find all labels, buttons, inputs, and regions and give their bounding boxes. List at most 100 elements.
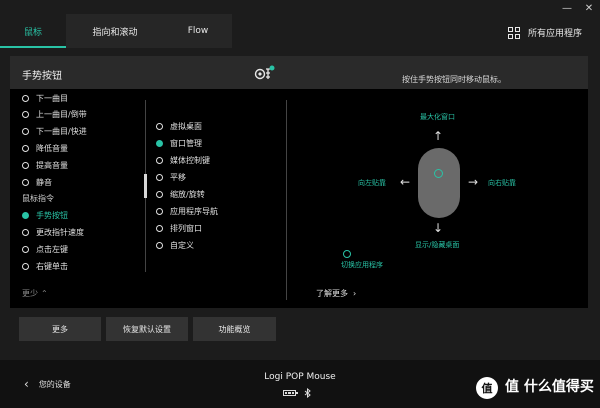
column-divider [286, 100, 287, 300]
gesture-right-label: 向右贴靠 [488, 179, 516, 187]
watermark-text: 值 什么值得买 [505, 379, 594, 395]
action-list: 下一曲目 上一曲目/倒带 下一曲目/快进 降低音量 提高音量 静音 鼠标指令 手… [22, 94, 150, 276]
radio-icon [156, 122, 163, 130]
list-item-label: 下一曲目/快进 [36, 126, 87, 136]
gesture-click-label: 切换应用程序 [341, 261, 383, 269]
list-item[interactable]: 下一曲目 [22, 94, 68, 105]
more-button[interactable]: 更多 [19, 317, 101, 341]
feature-overview-button[interactable]: 功能概览 [193, 317, 276, 341]
radio-icon [22, 245, 29, 253]
list-item[interactable]: 上一曲目/倒带 [22, 107, 87, 121]
radio-icon [22, 262, 29, 270]
list-item-label: 下一曲目 [36, 94, 68, 103]
tab-point-scroll[interactable]: 指向和滚动 [66, 14, 164, 48]
gesture-mode-label: 媒体控制键 [170, 155, 210, 165]
minimize-button[interactable]: — [556, 0, 578, 16]
learn-more-label: 了解更多 [316, 289, 348, 298]
gesture-left-label: 向左贴靠 [358, 179, 386, 187]
learn-more-link[interactable]: 了解更多 › [316, 288, 356, 299]
gesture-mode-label: 自定义 [170, 240, 194, 250]
click-indicator-dot [343, 250, 351, 258]
list-item[interactable]: 降低音量 [22, 141, 68, 155]
list-item-label: 右键单击 [36, 261, 68, 271]
panel-title: 手势按钮 [22, 71, 62, 82]
gesture-button-icon [254, 65, 275, 80]
radio-icon [22, 228, 29, 236]
radio-icon [22, 110, 29, 118]
list-scrollbar[interactable] [144, 174, 147, 198]
bluetooth-icon [304, 388, 311, 398]
radio-icon [156, 241, 163, 249]
gesture-diagram: 最大化窗口 ↑ 向左贴靠 ← → 向右贴靠 ↓ 显示/隐藏桌面 切换应用程序 [300, 100, 580, 290]
gesture-button-dot [434, 169, 443, 178]
gesture-down-label: 显示/隐藏桌面 [415, 241, 460, 249]
gesture-mode-item[interactable]: 应用程序导航 [156, 204, 218, 218]
gesture-mode-item-window-management[interactable]: 窗口管理 [156, 136, 202, 150]
radio-icon [156, 224, 163, 232]
radio-icon [22, 161, 29, 169]
radio-icon [22, 144, 29, 152]
section-mouse-commands: 鼠标指令 [22, 194, 54, 203]
radio-icon [22, 178, 29, 186]
arrow-left-icon: ← [400, 175, 411, 189]
panel-header: 手势按钮 按住手势按钮同时移动鼠标。 [10, 56, 588, 89]
show-less-button[interactable]: 更少 ⌃ [22, 288, 48, 299]
radio-icon [156, 207, 163, 215]
list-item[interactable]: 下一曲目/快进 [22, 124, 87, 138]
list-item-label: 提高音量 [36, 160, 68, 170]
list-item-label: 更改指针速度 [36, 227, 84, 237]
list-item[interactable]: 更改指针速度 [22, 225, 84, 239]
gesture-mode-item[interactable]: 缩放/旋转 [156, 187, 205, 201]
list-item[interactable]: 右键单击 [22, 259, 68, 273]
radio-icon [22, 211, 29, 219]
tab-mouse[interactable]: 鼠标 [0, 14, 66, 48]
grid-icon [507, 26, 520, 39]
gesture-mode-label: 排列窗口 [170, 223, 202, 233]
gesture-mode-item[interactable]: 媒体控制键 [156, 153, 210, 167]
list-item-label: 上一曲目/倒带 [36, 109, 87, 119]
gesture-mode-item[interactable]: 虚拟桌面 [156, 119, 202, 133]
gesture-mode-label: 窗口管理 [170, 138, 202, 148]
gesture-panel: 手势按钮 按住手势按钮同时移动鼠标。 下一曲目 上一曲目/倒带 下一曲目/快进 … [10, 56, 588, 308]
mouse-illustration [418, 148, 460, 218]
restore-defaults-button[interactable]: 恢复默认设置 [106, 317, 188, 341]
arrow-down-icon: ↓ [433, 221, 444, 235]
panel-hint: 按住手势按钮同时移动鼠标。 [402, 75, 506, 84]
arrow-right-icon: → [468, 175, 479, 189]
show-less-label: 更少 [22, 289, 38, 298]
list-item-label: 点击左键 [36, 244, 68, 254]
gesture-mode-label: 虚拟桌面 [170, 121, 202, 131]
list-item[interactable]: 静音 [22, 175, 52, 189]
radio-icon [22, 94, 29, 102]
tab-bar: 鼠标 指向和滚动 Flow [0, 14, 232, 48]
list-item-label: 静音 [36, 177, 52, 187]
radio-icon [156, 139, 163, 147]
list-item-label: 手势按钮 [36, 210, 68, 220]
gesture-mode-label: 应用程序导航 [170, 206, 218, 216]
arrow-up-icon: ↑ [433, 129, 444, 143]
watermark-logo-icon: 值 [476, 377, 498, 399]
gesture-mode-item[interactable]: 排列窗口 [156, 221, 202, 235]
gesture-mode-item[interactable]: 自定义 [156, 238, 194, 252]
chevron-up-icon: ⌃ [41, 289, 48, 298]
gesture-mode-item[interactable]: 平移 [156, 170, 186, 184]
radio-icon [156, 156, 163, 164]
radio-icon [156, 173, 163, 181]
list-item[interactable]: 点击左键 [22, 242, 68, 256]
app-selector-label: 所有应用程序 [527, 29, 582, 39]
tab-flow[interactable]: Flow [164, 14, 232, 48]
close-button[interactable]: ✕ [578, 0, 600, 16]
gesture-mode-label: 缩放/旋转 [170, 189, 205, 199]
chevron-right-icon: › [353, 289, 357, 298]
list-item[interactable]: 提高音量 [22, 158, 68, 172]
radio-icon [22, 127, 29, 135]
device-status [283, 388, 311, 398]
gesture-up-label: 最大化窗口 [420, 113, 455, 121]
window-controls: — ✕ [556, 0, 600, 16]
app-selector[interactable]: 所有应用程序 [507, 26, 582, 39]
radio-icon [156, 190, 163, 198]
battery-icon [283, 390, 298, 396]
list-item-label: 降低音量 [36, 143, 68, 153]
footer: ‹ 您的设备 Logi POP Mouse 值 值 什么值得买 [0, 360, 600, 408]
list-item-gesture-button[interactable]: 手势按钮 [22, 208, 68, 222]
